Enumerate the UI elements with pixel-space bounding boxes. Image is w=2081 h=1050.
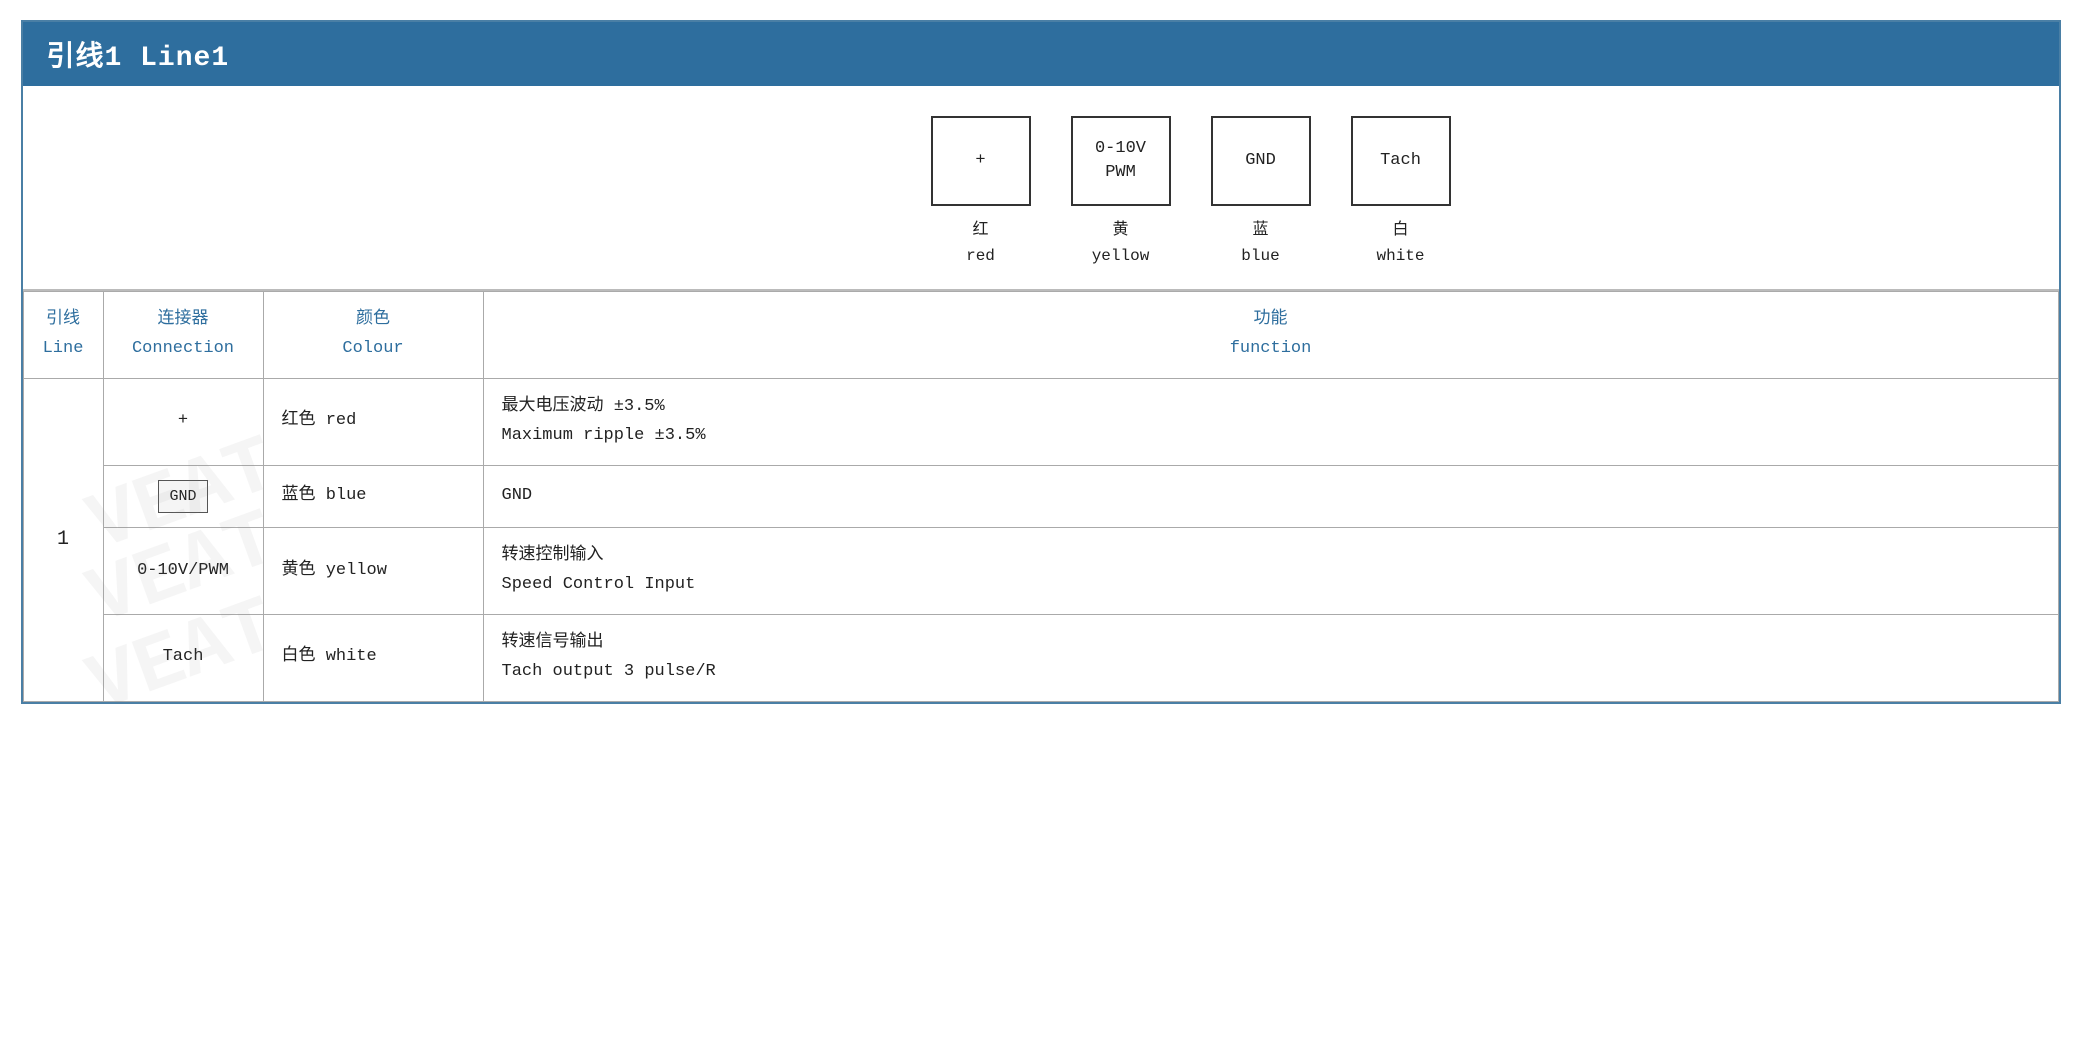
- connector-table: 引线 Line 连接器 Connection 颜色 Colour 功能 func…: [23, 291, 2059, 702]
- cell-conn-pwm: VEAT 0-10V/PWM: [103, 528, 263, 615]
- cell-line-1: 1: [23, 378, 103, 701]
- cell-func-tach: 转速信号输出 Tach output 3 pulse/R: [483, 615, 2058, 702]
- pin-box-gnd: GND: [1211, 116, 1311, 206]
- header-line: 引线 Line: [23, 292, 103, 379]
- pin-label-white: 白white: [1351, 218, 1451, 269]
- cell-colour-red: 红色 red: [263, 378, 483, 465]
- cell-func-gnd: GND: [483, 465, 2058, 528]
- title-text: 引线1 Line1: [47, 43, 230, 74]
- header-function: 功能 function: [483, 292, 2058, 379]
- pin-labels-row: 红red 黄yellow 蓝blue 白white: [931, 218, 1451, 269]
- table-section: 引线 Line 连接器 Connection 颜色 Colour 功能 func…: [23, 291, 2059, 702]
- table-row: VEAT 0-10V/PWM 黄色 yellow 转速控制输入 Speed Co…: [23, 528, 2058, 615]
- table-header-row: 引线 Line 连接器 Connection 颜色 Colour 功能 func…: [23, 292, 2058, 379]
- cell-colour-yellow: 黄色 yellow: [263, 528, 483, 615]
- pin-box-tach: Tach: [1351, 116, 1451, 206]
- table-row: VEAT GND 蓝色 blue GND: [23, 465, 2058, 528]
- title-bar: 引线1 Line1: [23, 22, 2059, 86]
- cell-func-pwm: 转速控制输入 Speed Control Input: [483, 528, 2058, 615]
- main-container: 引线1 Line1 + 0-10VPWM GND Tach 红red 黄yell…: [21, 20, 2061, 704]
- cell-conn-gnd: VEAT GND: [103, 465, 263, 528]
- pin-label-yellow: 黄yellow: [1071, 218, 1171, 269]
- pin-label-red: 红red: [931, 218, 1031, 269]
- table-row: VEAT Tach 白色 white 转速信号输出 Tach output 3 …: [23, 615, 2058, 702]
- header-connection: 连接器 Connection: [103, 292, 263, 379]
- cell-conn-tach: VEAT Tach: [103, 615, 263, 702]
- pin-label-blue: 蓝blue: [1211, 218, 1311, 269]
- pin-boxes-row: + 0-10VPWM GND Tach: [931, 116, 1451, 206]
- cell-conn-plus: +: [103, 378, 263, 465]
- pin-box-plus: +: [931, 116, 1031, 206]
- diagram-section: + 0-10VPWM GND Tach 红red 黄yellow 蓝blue 白…: [23, 86, 2059, 291]
- table-row: 1 + 红色 red 最大电压波动 ±3.5% Maximum ripple ±…: [23, 378, 2058, 465]
- diagram-inner: + 0-10VPWM GND Tach 红red 黄yellow 蓝blue 白…: [931, 116, 1451, 269]
- header-colour: 颜色 Colour: [263, 292, 483, 379]
- cell-colour-white: 白色 white: [263, 615, 483, 702]
- cell-func-red: 最大电压波动 ±3.5% Maximum ripple ±3.5%: [483, 378, 2058, 465]
- pin-box-pwm: 0-10VPWM: [1071, 116, 1171, 206]
- cell-colour-blue: 蓝色 blue: [263, 465, 483, 528]
